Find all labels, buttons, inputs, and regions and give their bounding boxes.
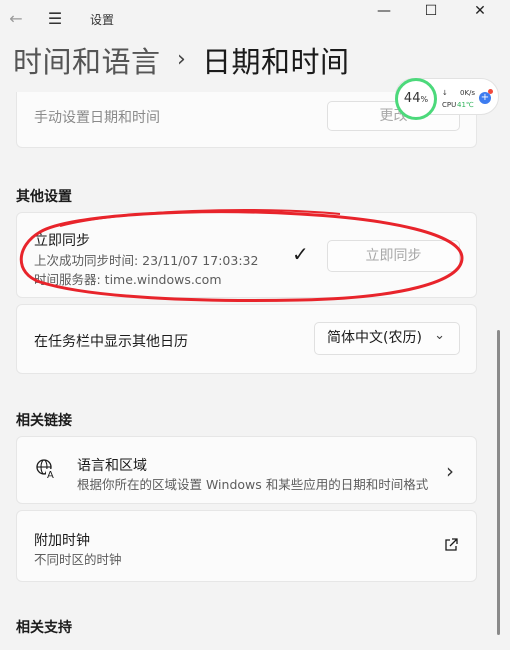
red-annotation-ellipse <box>19 209 464 302</box>
